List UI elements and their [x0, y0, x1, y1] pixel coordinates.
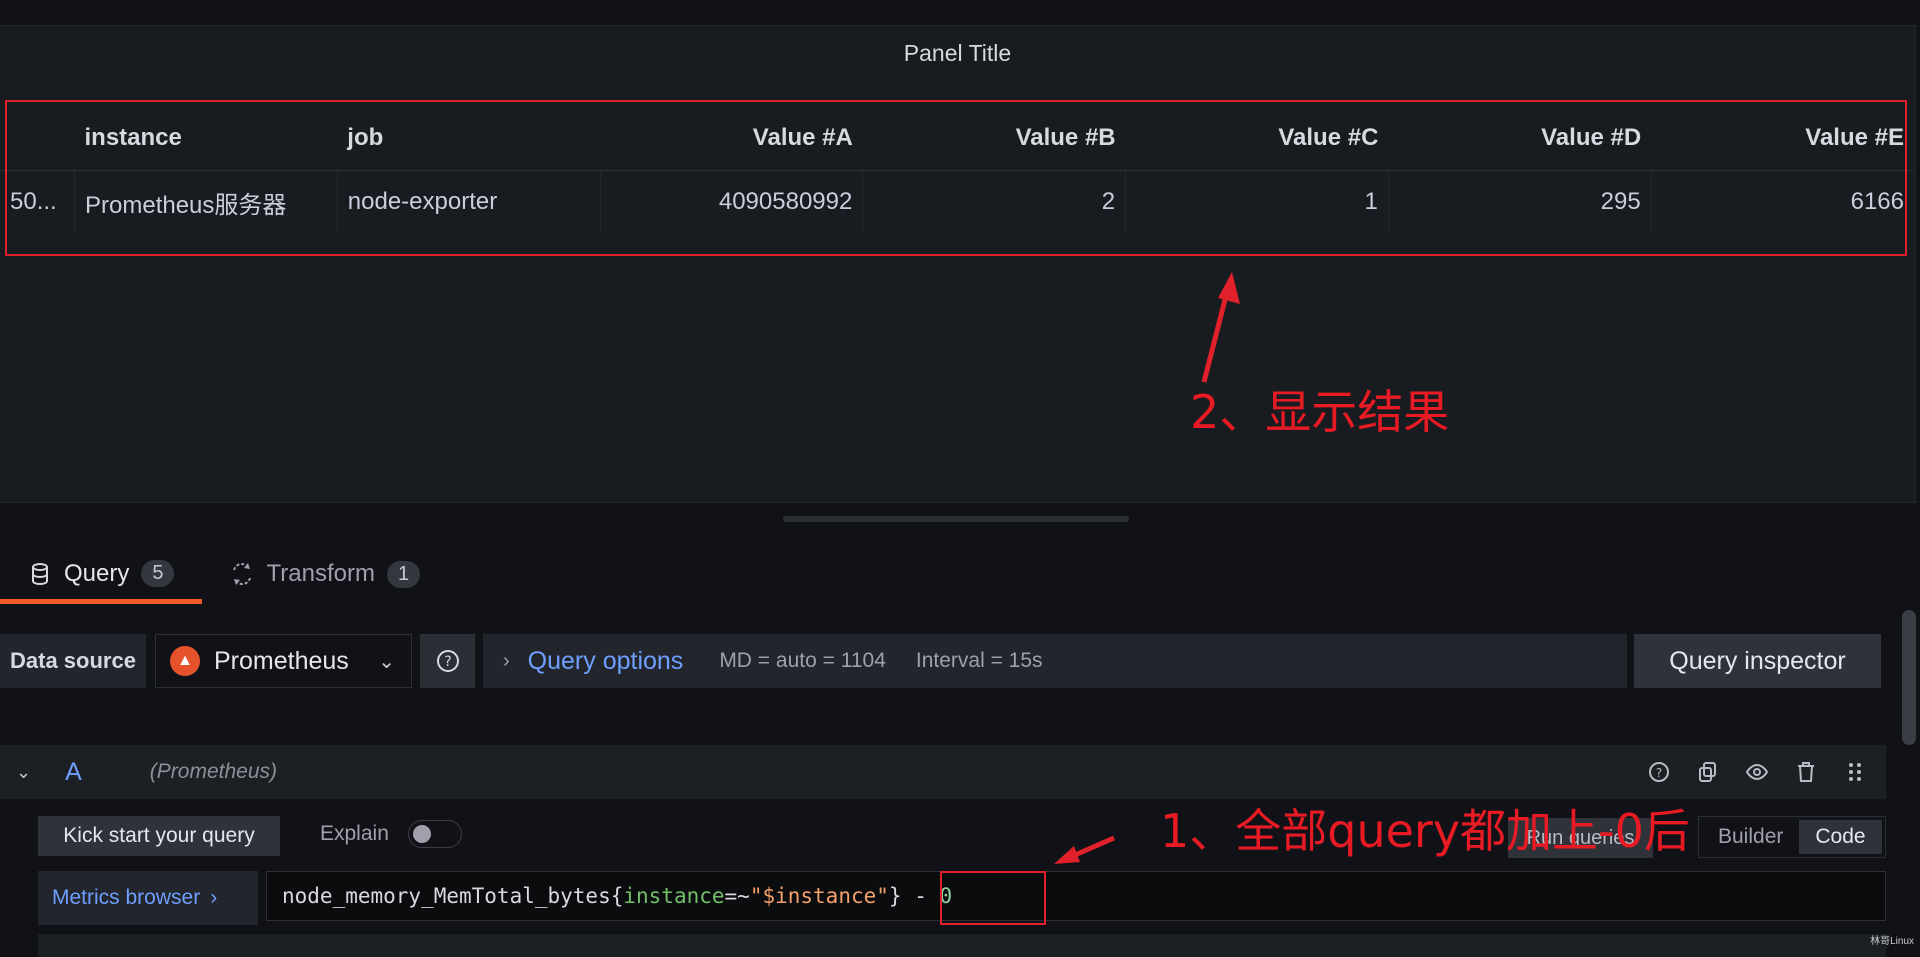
expr-metric: node_memory_MemTotal_bytes{ — [282, 884, 624, 908]
metrics-browser-button[interactable]: Metrics browser › — [38, 871, 258, 925]
mode-builder-button[interactable]: Builder — [1702, 820, 1799, 854]
tab-transform[interactable]: Transform 1 — [202, 548, 448, 600]
drag-handle-icon[interactable] — [1841, 759, 1868, 786]
query-datasource-name: (Prometheus) — [149, 760, 277, 783]
help-circle-icon: ? — [436, 650, 459, 672]
expr-op: =~ — [724, 884, 750, 908]
expr-value: "$instance" — [749, 884, 889, 908]
annotation-query-text: 1、全部query都加上-0后 — [1160, 804, 1690, 858]
datasource-label: Data source — [0, 634, 146, 688]
svg-text:?: ? — [1655, 766, 1661, 780]
tab-query-label: Query — [64, 559, 130, 587]
duplicate-icon[interactable] — [1694, 759, 1721, 786]
transform-icon — [233, 563, 252, 585]
panel-title[interactable]: Panel Title — [0, 40, 1915, 67]
datasource-value: Prometheus — [214, 646, 349, 675]
chevron-right-icon: › — [210, 886, 218, 909]
max-data-points-info: MD = auto = 1104 — [719, 649, 886, 672]
watermark: 林哥Linux — [1870, 936, 1914, 947]
query-row-header: ⌄ A (Prometheus) ? — [0, 745, 1886, 799]
help-icon[interactable]: ? — [1645, 759, 1672, 786]
query-inspector-button[interactable]: Query inspector — [1634, 634, 1881, 688]
annotation-result-text: 2、显示结果 — [1190, 385, 1450, 439]
tab-query-count: 5 — [141, 560, 175, 587]
interval-info: Interval = 15s — [915, 649, 1043, 672]
kick-start-query-button[interactable]: Kick start your query — [38, 816, 280, 856]
table-panel: Panel Title instance job Value #A Value … — [0, 25, 1916, 503]
tab-transform-count: 1 — [386, 560, 421, 588]
promql-code-editor[interactable]: node_memory_MemTotal_bytes{instance =~ "$i… — [266, 871, 1886, 921]
trash-icon[interactable] — [1792, 759, 1819, 786]
mode-code-button[interactable]: Code — [1799, 820, 1882, 854]
scrollbar[interactable] — [1902, 610, 1916, 745]
annotation-arrow-up — [1201, 272, 1240, 383]
database-icon — [32, 562, 48, 585]
query-row-actions: ? — [1645, 759, 1868, 786]
query-ref-id[interactable]: A — [65, 758, 82, 787]
datasource-picker[interactable]: ▲ Prometheus ⌄ — [155, 634, 412, 688]
expr-label: instance — [623, 884, 725, 908]
query-options-label[interactable]: Query options — [528, 647, 684, 676]
expr-close: } — [888, 884, 902, 908]
collapse-chevron-icon[interactable]: ⌄ — [16, 762, 31, 783]
tab-transform-label: Transform — [266, 560, 375, 587]
pane-splitter[interactable] — [783, 516, 1129, 522]
eye-icon[interactable] — [1743, 759, 1770, 786]
expr-suffix-op: - — [901, 884, 940, 908]
explain-label: Explain — [320, 822, 389, 845]
prometheus-logo-icon: ▲ — [170, 646, 200, 676]
tab-query[interactable]: Query 5 — [0, 548, 203, 604]
annotation-result-box — [5, 100, 1907, 256]
svg-text:?: ? — [444, 654, 451, 670]
editor-mode-switch: Builder Code — [1698, 816, 1886, 858]
next-query-row — [38, 934, 1886, 957]
explain-toggle[interactable] — [408, 820, 462, 848]
chevron-down-icon: ⌄ — [378, 650, 395, 673]
chevron-right-icon: › — [503, 649, 510, 672]
datasource-help-button[interactable]: ? — [420, 634, 475, 688]
metrics-browser-label: Metrics browser — [52, 886, 201, 909]
annotation-query-box — [940, 871, 1046, 925]
query-options-bar[interactable]: › Query options MD = auto = 1104 Interva… — [483, 634, 1627, 688]
annotation-arrow-left — [1054, 835, 1115, 864]
editor-tabs: Query 5 Transform 1 — [0, 548, 448, 604]
